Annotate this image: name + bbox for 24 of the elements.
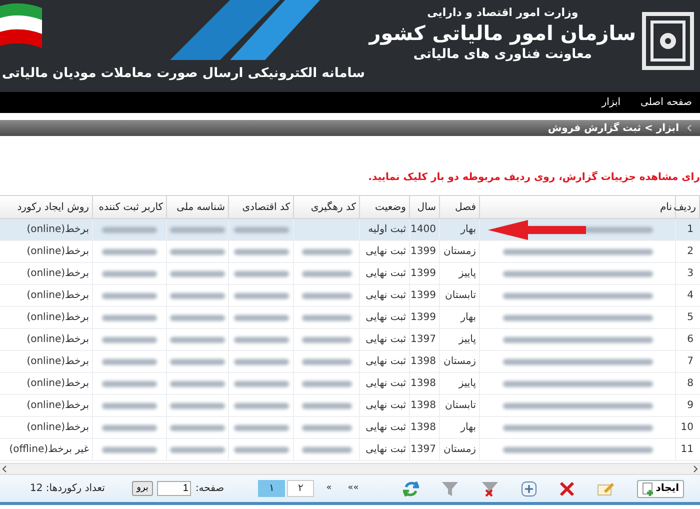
nav-link[interactable]: ابزار <box>602 95 621 110</box>
nav-link[interactable]: صفحه اصلی <box>640 95 692 110</box>
go-button[interactable]: برو <box>132 481 154 496</box>
page-label: صفحه: <box>195 482 224 496</box>
ministry-title: وزارت امور اقتصاد و دارایی <box>427 6 578 20</box>
breadcrumb-text: ابزار > ثبت گزارش فروش <box>548 121 679 136</box>
organization-title: سازمان امور مالیاتی کشور <box>369 20 636 46</box>
table-cell: زمستان <box>440 438 480 460</box>
table-cell: 11 <box>676 438 700 460</box>
page-input[interactable]: 1 <box>157 481 192 496</box>
page-nav-link[interactable]: » <box>322 482 336 496</box>
table-cell: ثبت نهایی <box>360 438 410 460</box>
page-button[interactable]: ۲ <box>287 480 314 497</box>
system-title: سامانه الکترونیکی ارسال صورت معاملات مودیان مالیاتی <box>2 65 365 83</box>
column-header[interactable]: نام <box>480 196 676 218</box>
table-cell: غیر برخط(offline) <box>0 438 92 460</box>
table-cell: 1397 <box>410 438 440 460</box>
instruction-text: رای مشاهده جزییات گزارش، روی ردیف مربوطه دو بار کلیک نمایید. <box>368 170 700 185</box>
record-count: تعداد رکوردها: 12 <box>30 482 105 496</box>
create-button[interactable]: ایجاد <box>636 480 684 498</box>
deputy-title: معاونت فناوری های مالیاتی <box>413 46 592 64</box>
page-nav-link[interactable]: »» <box>344 482 363 496</box>
page-button[interactable]: ۱ <box>258 480 286 497</box>
column-header[interactable]: ردیف <box>676 196 700 218</box>
